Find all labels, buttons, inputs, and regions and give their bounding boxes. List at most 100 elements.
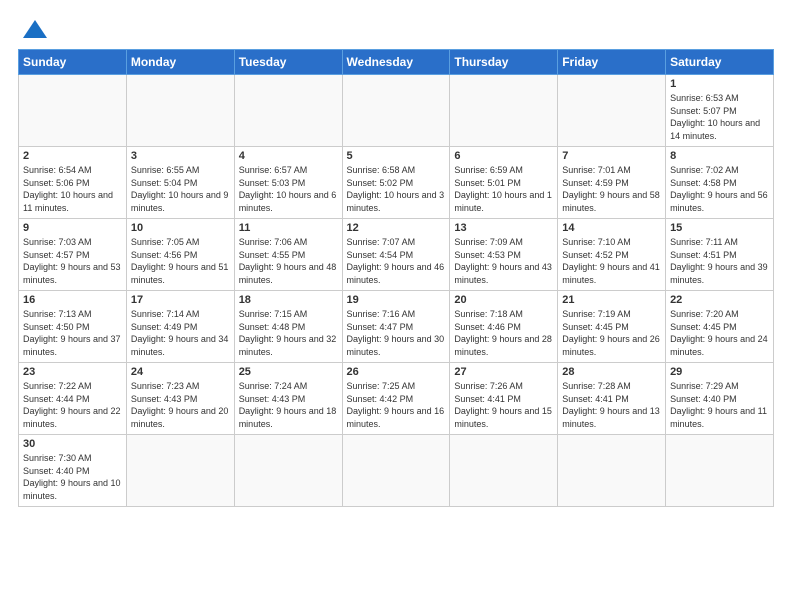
day-info: Sunrise: 7:25 AM Sunset: 4:42 PM Dayligh… bbox=[347, 380, 446, 430]
day-number: 26 bbox=[347, 366, 446, 378]
day-info: Sunrise: 7:30 AM Sunset: 4:40 PM Dayligh… bbox=[23, 452, 122, 502]
calendar-week-5: 30 Sunrise: 7:30 AM Sunset: 4:40 PM Dayli… bbox=[19, 435, 774, 507]
calendar-cell: 3 Sunrise: 6:55 AM Sunset: 5:04 PM Daylig… bbox=[126, 147, 234, 219]
day-info: Sunrise: 7:06 AM Sunset: 4:55 PM Dayligh… bbox=[239, 236, 338, 286]
calendar-cell bbox=[450, 435, 558, 507]
day-info: Sunrise: 7:18 AM Sunset: 4:46 PM Dayligh… bbox=[454, 308, 553, 358]
day-info: Sunrise: 7:16 AM Sunset: 4:47 PM Dayligh… bbox=[347, 308, 446, 358]
day-info: Sunrise: 7:11 AM Sunset: 4:51 PM Dayligh… bbox=[670, 236, 769, 286]
day-number: 3 bbox=[131, 150, 230, 162]
day-number: 23 bbox=[23, 366, 122, 378]
calendar-cell bbox=[126, 75, 234, 147]
calendar-cell bbox=[558, 435, 666, 507]
day-info: Sunrise: 7:29 AM Sunset: 4:40 PM Dayligh… bbox=[670, 380, 769, 430]
day-info: Sunrise: 6:54 AM Sunset: 5:06 PM Dayligh… bbox=[23, 164, 122, 214]
day-number: 6 bbox=[454, 150, 553, 162]
day-number: 29 bbox=[670, 366, 769, 378]
calendar-cell bbox=[342, 75, 450, 147]
day-info: Sunrise: 7:15 AM Sunset: 4:48 PM Dayligh… bbox=[239, 308, 338, 358]
logo bbox=[18, 18, 49, 41]
calendar-cell: 16Sunrise: 7:13 AM Sunset: 4:50 PM Dayli… bbox=[19, 291, 127, 363]
calendar-cell: 12 Sunrise: 7:07 AM Sunset: 4:54 PM Dayli… bbox=[342, 219, 450, 291]
calendar-cell: 2 Sunrise: 6:54 AM Sunset: 5:06 PM Daylig… bbox=[19, 147, 127, 219]
day-number: 14 bbox=[562, 222, 661, 234]
day-number: 22 bbox=[670, 294, 769, 306]
day-number: 1 bbox=[670, 78, 769, 90]
day-number: 15 bbox=[670, 222, 769, 234]
day-number: 13 bbox=[454, 222, 553, 234]
day-info: Sunrise: 7:02 AM Sunset: 4:58 PM Dayligh… bbox=[670, 164, 769, 214]
calendar-week-3: 16Sunrise: 7:13 AM Sunset: 4:50 PM Dayli… bbox=[19, 291, 774, 363]
day-number: 5 bbox=[347, 150, 446, 162]
day-info: Sunrise: 7:13 AM Sunset: 4:50 PM Dayligh… bbox=[23, 308, 122, 358]
weekday-header-thursday: Thursday bbox=[450, 50, 558, 75]
day-number: 20 bbox=[454, 294, 553, 306]
day-number: 11 bbox=[239, 222, 338, 234]
calendar-cell: 4 Sunrise: 6:57 AM Sunset: 5:03 PM Daylig… bbox=[234, 147, 342, 219]
day-info: Sunrise: 7:22 AM Sunset: 4:44 PM Dayligh… bbox=[23, 380, 122, 430]
calendar-cell: 27Sunrise: 7:26 AM Sunset: 4:41 PM Dayli… bbox=[450, 363, 558, 435]
calendar-week-0: 1 Sunrise: 6:53 AM Sunset: 5:07 PM Daylig… bbox=[19, 75, 774, 147]
calendar-cell: 30 Sunrise: 7:30 AM Sunset: 4:40 PM Dayli… bbox=[19, 435, 127, 507]
weekday-header-friday: Friday bbox=[558, 50, 666, 75]
day-number: 9 bbox=[23, 222, 122, 234]
calendar-week-1: 2 Sunrise: 6:54 AM Sunset: 5:06 PM Daylig… bbox=[19, 147, 774, 219]
calendar-cell: 6 Sunrise: 6:59 AM Sunset: 5:01 PM Daylig… bbox=[450, 147, 558, 219]
day-info: Sunrise: 6:57 AM Sunset: 5:03 PM Dayligh… bbox=[239, 164, 338, 214]
day-info: Sunrise: 7:23 AM Sunset: 4:43 PM Dayligh… bbox=[131, 380, 230, 430]
day-number: 27 bbox=[454, 366, 553, 378]
calendar-week-2: 9 Sunrise: 7:03 AM Sunset: 4:57 PM Daylig… bbox=[19, 219, 774, 291]
calendar-cell: 13 Sunrise: 7:09 AM Sunset: 4:53 PM Dayli… bbox=[450, 219, 558, 291]
calendar-cell bbox=[234, 435, 342, 507]
day-number: 19 bbox=[347, 294, 446, 306]
calendar-cell bbox=[19, 75, 127, 147]
day-info: Sunrise: 7:24 AM Sunset: 4:43 PM Dayligh… bbox=[239, 380, 338, 430]
calendar-cell bbox=[666, 435, 774, 507]
day-info: Sunrise: 7:14 AM Sunset: 4:49 PM Dayligh… bbox=[131, 308, 230, 358]
weekday-header-tuesday: Tuesday bbox=[234, 50, 342, 75]
calendar-cell: 18 Sunrise: 7:15 AM Sunset: 4:48 PM Dayli… bbox=[234, 291, 342, 363]
calendar-cell: 11 Sunrise: 7:06 AM Sunset: 4:55 PM Dayli… bbox=[234, 219, 342, 291]
day-number: 2 bbox=[23, 150, 122, 162]
day-info: Sunrise: 7:10 AM Sunset: 4:52 PM Dayligh… bbox=[562, 236, 661, 286]
day-info: Sunrise: 7:20 AM Sunset: 4:45 PM Dayligh… bbox=[670, 308, 769, 358]
calendar-cell: 28Sunrise: 7:28 AM Sunset: 4:41 PM Dayli… bbox=[558, 363, 666, 435]
calendar-cell bbox=[234, 75, 342, 147]
day-info: Sunrise: 6:58 AM Sunset: 5:02 PM Dayligh… bbox=[347, 164, 446, 214]
day-info: Sunrise: 6:55 AM Sunset: 5:04 PM Dayligh… bbox=[131, 164, 230, 214]
day-number: 8 bbox=[670, 150, 769, 162]
day-info: Sunrise: 7:07 AM Sunset: 4:54 PM Dayligh… bbox=[347, 236, 446, 286]
day-number: 21 bbox=[562, 294, 661, 306]
day-number: 12 bbox=[347, 222, 446, 234]
header bbox=[18, 18, 774, 41]
calendar-cell: 23 Sunrise: 7:22 AM Sunset: 4:44 PM Dayli… bbox=[19, 363, 127, 435]
calendar-cell: 24Sunrise: 7:23 AM Sunset: 4:43 PM Dayli… bbox=[126, 363, 234, 435]
day-info: Sunrise: 7:01 AM Sunset: 4:59 PM Dayligh… bbox=[562, 164, 661, 214]
day-number: 10 bbox=[131, 222, 230, 234]
calendar-cell: 19 Sunrise: 7:16 AM Sunset: 4:47 PM Dayli… bbox=[342, 291, 450, 363]
calendar-week-4: 23 Sunrise: 7:22 AM Sunset: 4:44 PM Dayli… bbox=[19, 363, 774, 435]
calendar-cell: 8 Sunrise: 7:02 AM Sunset: 4:58 PM Daylig… bbox=[666, 147, 774, 219]
logo-icon bbox=[21, 18, 49, 40]
day-number: 17 bbox=[131, 294, 230, 306]
day-info: Sunrise: 6:59 AM Sunset: 5:01 PM Dayligh… bbox=[454, 164, 553, 214]
calendar: SundayMondayTuesdayWednesdayThursdayFrid… bbox=[18, 49, 774, 507]
day-info: Sunrise: 7:09 AM Sunset: 4:53 PM Dayligh… bbox=[454, 236, 553, 286]
day-number: 25 bbox=[239, 366, 338, 378]
day-number: 4 bbox=[239, 150, 338, 162]
calendar-cell: 21 Sunrise: 7:19 AM Sunset: 4:45 PM Dayli… bbox=[558, 291, 666, 363]
calendar-cell: 7Sunrise: 7:01 AM Sunset: 4:59 PM Daylig… bbox=[558, 147, 666, 219]
calendar-cell: 5 Sunrise: 6:58 AM Sunset: 5:02 PM Daylig… bbox=[342, 147, 450, 219]
day-info: Sunrise: 7:03 AM Sunset: 4:57 PM Dayligh… bbox=[23, 236, 122, 286]
calendar-cell: 25 Sunrise: 7:24 AM Sunset: 4:43 PM Dayli… bbox=[234, 363, 342, 435]
day-info: Sunrise: 7:19 AM Sunset: 4:45 PM Dayligh… bbox=[562, 308, 661, 358]
calendar-cell bbox=[126, 435, 234, 507]
day-number: 30 bbox=[23, 438, 122, 450]
calendar-cell: 29 Sunrise: 7:29 AM Sunset: 4:40 PM Dayli… bbox=[666, 363, 774, 435]
calendar-cell: 14 Sunrise: 7:10 AM Sunset: 4:52 PM Dayli… bbox=[558, 219, 666, 291]
day-number: 18 bbox=[239, 294, 338, 306]
weekday-header-wednesday: Wednesday bbox=[342, 50, 450, 75]
weekday-header-row: SundayMondayTuesdayWednesdayThursdayFrid… bbox=[19, 50, 774, 75]
calendar-cell: 22 Sunrise: 7:20 AM Sunset: 4:45 PM Dayli… bbox=[666, 291, 774, 363]
day-info: Sunrise: 6:53 AM Sunset: 5:07 PM Dayligh… bbox=[670, 92, 769, 142]
